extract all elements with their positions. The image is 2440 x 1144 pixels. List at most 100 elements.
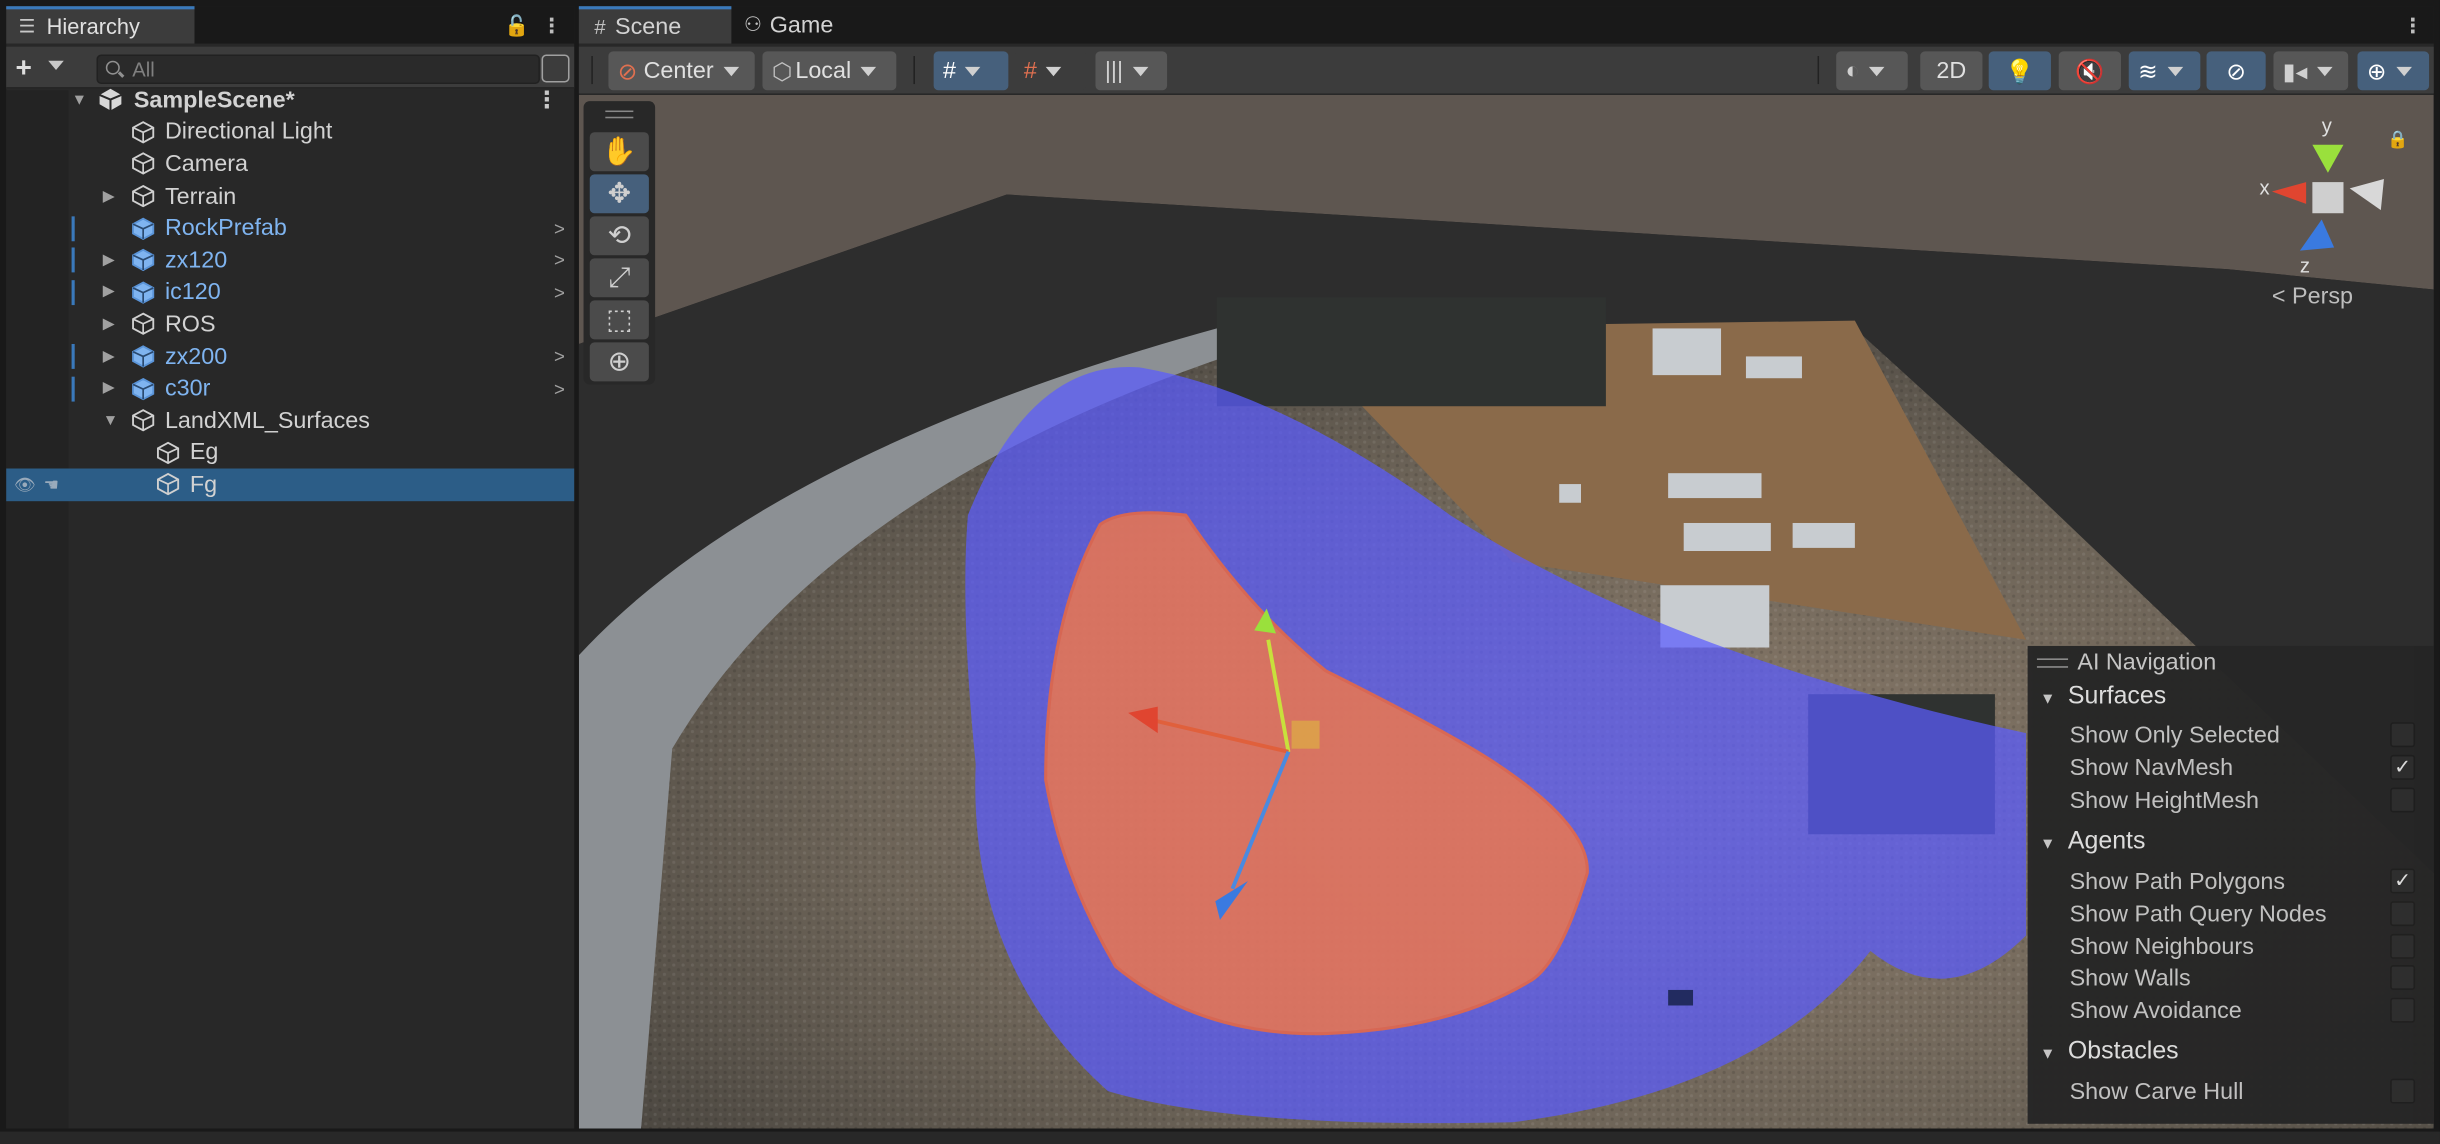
- tree-row[interactable]: ▶ c30r >: [6, 373, 574, 405]
- effects-toggle[interactable]: ≋: [2128, 51, 2201, 91]
- show-carve-hull-checkbox[interactable]: [2390, 1078, 2416, 1104]
- move-tool-button[interactable]: ✥: [589, 174, 649, 214]
- gizmo-center-cube[interactable]: [2312, 182, 2344, 214]
- option-show-navmesh[interactable]: Show NavMesh ✓: [2070, 754, 2428, 781]
- axis-x-cone[interactable]: [2271, 182, 2307, 204]
- pivot-icon: ⊘: [617, 58, 638, 85]
- expand-arrow-icon[interactable]: ▶: [103, 188, 115, 205]
- prefab-cube-icon: [132, 377, 155, 400]
- grip-icon[interactable]: [2036, 658, 2069, 668]
- chevron-down-icon[interactable]: [48, 60, 64, 71]
- chevron-right-icon[interactable]: >: [554, 378, 565, 400]
- tree-row[interactable]: Camera: [6, 148, 574, 180]
- tab-game[interactable]: ⚇ Game: [744, 6, 868, 43]
- tree-row[interactable]: 👁 ☚ Fg: [6, 468, 575, 501]
- axis-y-cone[interactable]: [2312, 144, 2344, 173]
- scale-tool-button[interactable]: ⤢: [589, 258, 649, 298]
- section-surfaces[interactable]: ▼ Surfaces: [2040, 683, 2166, 711]
- axis-z-cone[interactable]: [2299, 219, 2335, 251]
- chevron-right-icon[interactable]: >: [554, 282, 565, 304]
- hand-tool-button[interactable]: ✋: [589, 132, 649, 172]
- rect-tool-button[interactable]: ⬚: [589, 300, 649, 340]
- lock-icon[interactable]: 🔓: [504, 14, 529, 39]
- tree-row[interactable]: ▶ Terrain: [6, 180, 574, 212]
- toggle-2d-button[interactable]: 2D: [1920, 51, 1983, 91]
- tree-row[interactable]: Eg: [6, 437, 574, 469]
- show-only-selected-checkbox[interactable]: [2390, 722, 2416, 748]
- show-heightmesh-checkbox[interactable]: [2390, 787, 2416, 813]
- option-show-heightmesh[interactable]: Show HeightMesh: [2070, 787, 2428, 814]
- tree-row-label: Terrain: [164, 183, 237, 210]
- expand-arrow-icon[interactable]: ▶: [103, 316, 115, 333]
- prefab-override-bar: [71, 215, 75, 241]
- expand-arrow-icon: ▼: [2040, 835, 2056, 853]
- option-show-path-query-nodes[interactable]: Show Path Query Nodes: [2069, 901, 2428, 928]
- show-walls-checkbox[interactable]: [2390, 965, 2416, 990]
- visibility-eye-icon[interactable]: 👁: [14, 475, 36, 495]
- chevron-down-icon: [2316, 66, 2333, 76]
- search-options-icon[interactable]: [541, 54, 570, 83]
- expand-arrow-icon[interactable]: ▶: [103, 380, 115, 397]
- section-obstacles[interactable]: ▼ Obstacles: [2040, 1038, 2179, 1066]
- show-neighbours-checkbox[interactable]: [2390, 933, 2416, 959]
- gizmo-lock-icon[interactable]: 🔒: [2387, 130, 2408, 149]
- show-avoidance-checkbox[interactable]: [2390, 997, 2416, 1023]
- expand-arrow-icon[interactable]: ▶: [103, 348, 115, 365]
- tree-row-scene[interactable]: ▼ SampleScene* ⋮: [6, 84, 574, 116]
- option-show-avoidance[interactable]: Show Avoidance: [2070, 997, 2428, 1024]
- kebab-menu-icon[interactable]: ⋮: [535, 86, 558, 114]
- tab-scene[interactable]: # Scene: [578, 6, 732, 44]
- option-show-path-polygons[interactable]: Show Path Polygons ✓: [2070, 868, 2428, 895]
- game-tab-label: Game: [769, 11, 834, 39]
- option-show-carve-hull[interactable]: Show Carve Hull: [2070, 1078, 2428, 1105]
- pivot-rotation-dropdown[interactable]: ⬡ Local: [762, 51, 897, 91]
- ai-navigation-header[interactable]: AI Navigation: [2028, 646, 2434, 680]
- expand-arrow-icon[interactable]: ▼: [72, 92, 87, 109]
- search-input[interactable]: All: [96, 54, 540, 85]
- projection-toggle[interactable]: < Persp: [2272, 283, 2353, 309]
- show-path-polygons-checkbox[interactable]: ✓: [2390, 868, 2416, 894]
- expand-arrow-icon[interactable]: ▶: [103, 284, 115, 301]
- show-navmesh-checkbox[interactable]: ✓: [2390, 754, 2416, 780]
- option-label: Show Path Query Nodes: [2069, 901, 2327, 928]
- transform-tool-button[interactable]: ⊕: [589, 342, 649, 382]
- prefab-cube-icon: [132, 249, 155, 272]
- chevron-right-icon[interactable]: >: [554, 250, 565, 272]
- pivot-mode-dropdown[interactable]: ⊘ Center: [608, 51, 755, 91]
- scene-visibility-toggle[interactable]: ⊘: [2206, 51, 2266, 91]
- add-object-button[interactable]: +: [16, 51, 32, 84]
- expand-arrow-icon[interactable]: ▼: [103, 412, 118, 429]
- option-show-neighbours[interactable]: Show Neighbours: [2070, 933, 2428, 960]
- chevron-right-icon[interactable]: >: [554, 346, 565, 368]
- axis-neg-x-cone[interactable]: [2349, 178, 2384, 211]
- tab-hierarchy[interactable]: ☰ Hierarchy: [6, 6, 195, 44]
- tree-row[interactable]: ▶ ic120 >: [6, 276, 574, 308]
- expand-arrow-icon[interactable]: ▶: [103, 252, 115, 269]
- kebab-menu-icon[interactable]: ⋮: [542, 14, 562, 39]
- kebab-menu-icon[interactable]: ⋮: [2403, 14, 2423, 39]
- tree-row[interactable]: RockPrefab >: [6, 212, 574, 244]
- pickable-hand-icon[interactable]: ☚: [44, 475, 59, 495]
- bottom-panel-strip: [0, 1131, 2440, 1144]
- audio-toggle[interactable]: 🔇: [2058, 51, 2121, 91]
- increment-snap-toggle[interactable]: #: [1014, 51, 1087, 91]
- tree-row[interactable]: ▶ zx200 >: [6, 341, 574, 373]
- draw-mode-dropdown[interactable]: ◐: [1836, 51, 1908, 91]
- lighting-toggle[interactable]: 💡: [1988, 51, 2051, 91]
- option-show-walls[interactable]: Show Walls: [2070, 965, 2428, 991]
- tree-row[interactable]: ▶ ROS: [6, 308, 574, 340]
- rotate-tool-button[interactable]: ⟲: [589, 216, 649, 256]
- camera-settings-dropdown[interactable]: ▮◂: [2273, 51, 2349, 91]
- tree-row[interactable]: ▼ LandXML_Surfaces: [6, 405, 574, 437]
- show-path-query-nodes-checkbox[interactable]: [2390, 901, 2416, 927]
- option-show-only-selected[interactable]: Show Only Selected: [2070, 722, 2428, 749]
- ruler-snap-toggle[interactable]: |||: [1095, 51, 1168, 91]
- scene-viewport[interactable]: ✋ ✥ ⟲ ⤢ ⬚ ⊕ y x z 🔒 < Persp AI Navigatio…: [578, 94, 2434, 1129]
- chevron-right-icon[interactable]: >: [554, 217, 565, 239]
- grip-icon[interactable]: [605, 110, 634, 119]
- section-agents[interactable]: ▼ Agents: [2040, 828, 2145, 856]
- tree-row[interactable]: Directional Light: [6, 116, 574, 148]
- tree-row[interactable]: ▶ zx120 >: [6, 244, 574, 276]
- gizmos-toggle[interactable]: ⊕: [2357, 51, 2430, 91]
- grid-snapping-toggle[interactable]: #: [933, 51, 1009, 91]
